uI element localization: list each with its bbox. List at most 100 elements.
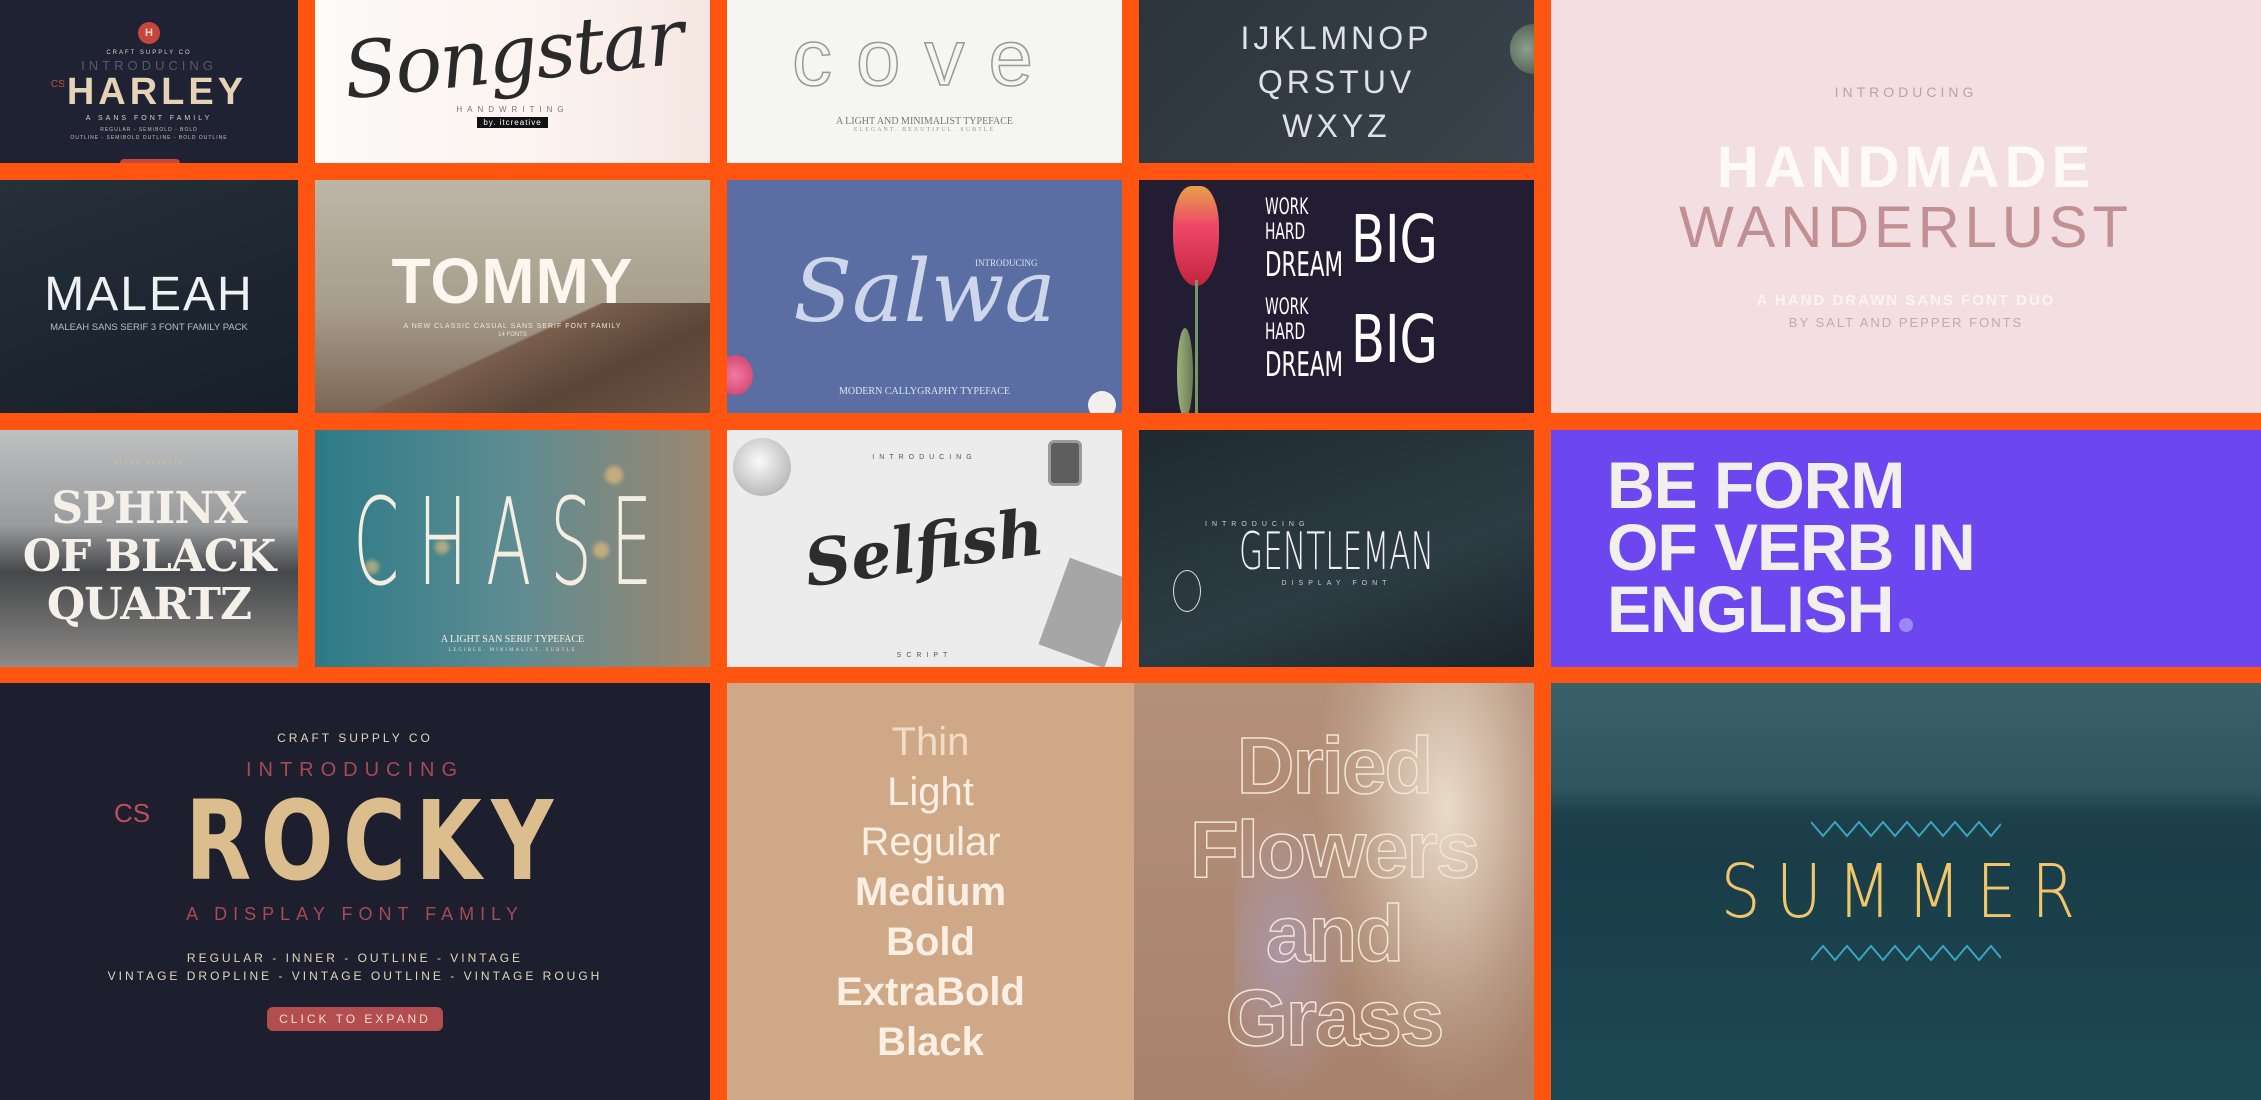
chase-subtitle: A LIGHT SAN SERIF TYPEFACE — [440, 634, 585, 645]
zigzag-ornament-bottom — [1811, 942, 2001, 964]
rocky-styles-1: REGULAR - INNER - OUTLINE - VINTAGE — [186, 950, 524, 965]
font-tile-sphinx[interactable]: GIVEN STENCIL SPHINX OF BLACK QUARTZ — [0, 430, 298, 667]
tulip-image — [1173, 186, 1219, 286]
bowl-decoration — [733, 438, 791, 496]
font-tile-songstar[interactable]: Songstar HANDWRITING by. itcreative — [315, 0, 710, 163]
dot-ornament — [1899, 618, 1914, 632]
songstar-title: Songstar — [338, 0, 687, 118]
box-decoration — [1048, 440, 1082, 486]
dream-big-row: WORK HARD DREAM BIG — [1265, 290, 1467, 390]
weight-regular: Regular — [860, 819, 1001, 864]
font-tile-cove[interactable]: cove A LIGHT AND MINIMALIST TYPEFACE ELE… — [727, 0, 1122, 163]
weight-black: Black — [877, 1019, 984, 1064]
be-form-line: ENGLISH — [1607, 572, 1894, 646]
zigzag-icon — [1811, 943, 2001, 962]
maleah-title: MALEAH — [44, 268, 254, 321]
harley-craft-label: CRAFT SUPPLY CO — [106, 49, 192, 56]
sphinx-title-line: QUARTZ — [46, 578, 252, 630]
harley-logo-badge: H — [138, 21, 160, 44]
tommy-font-count: 14 FONTS — [498, 332, 527, 338]
harley-title: HARLEY — [66, 70, 248, 113]
big-text: BIG — [1351, 201, 1438, 278]
dream-text: DREAM — [1265, 245, 1344, 285]
sphinx-title-line: OF BLACK — [22, 530, 276, 582]
harley-expand-button[interactable] — [120, 159, 180, 163]
be-form-line: BE FORM — [1607, 448, 1905, 522]
chase-title: CHASE — [353, 473, 672, 613]
chase-tagline: LEGIBLE. MINIMALIST. SUBTLE — [448, 648, 577, 653]
wanderlust-intro: INTRODUCING — [1834, 83, 1978, 100]
dream-big-row: WORK HARD DREAM BIG — [1265, 190, 1467, 290]
salwa-subtitle: MODERN CALLYGRAPHY TYPEFACE — [838, 386, 1011, 397]
be-form-line-last: ENGLISH — [1607, 576, 1975, 642]
cove-tagline: ELEGANT. BEAUTIFUL. SUBTLE — [853, 127, 996, 133]
songstar-subtitle: HANDWRITING — [456, 105, 569, 114]
font-tile-selfish[interactable]: INTRODUCING Selfish SCRIPT — [727, 430, 1122, 667]
font-tile-be-form[interactable]: BE FORM OF VERB IN ENGLISH — [1551, 430, 2261, 667]
wanderlust-title-line1: HANDMADE — [1716, 134, 2096, 200]
font-tile-tommy[interactable]: TOMMY A NEW CLASSIC CASUAL SANS SERIF FO… — [315, 180, 710, 413]
mountain-image — [315, 303, 710, 413]
rocky-prefix: CS — [114, 797, 151, 828]
rocky-craft-label: CRAFT SUPPLY CO — [277, 730, 433, 745]
zigzag-ornament-top — [1811, 819, 2001, 842]
font-tile-salwa[interactable]: INTRODUCING Salwa MODERN CALLYGRAPHY TYP… — [727, 180, 1122, 413]
harley-subtitle: A SANS FONT FAMILY — [85, 114, 213, 122]
dream-text: DREAM — [1265, 345, 1344, 385]
harley-styles-1: REGULAR - SEMIBOLD - BOLD — [100, 126, 198, 133]
weight-thin: Thin — [891, 719, 970, 764]
dried-title-line: Grass — [1225, 972, 1445, 1062]
cove-subtitle: A LIGHT AND MINIMALIST TYPEFACE — [835, 116, 1014, 127]
font-tile-dried-flowers[interactable]: Dried Flowers and Grass — [1134, 683, 1534, 1100]
harley-prefix: CS — [50, 78, 65, 90]
font-tile-alphabet[interactable]: IJKLMNOP QRSTUV WXYZ — [1139, 0, 1534, 163]
cup-decoration — [1088, 391, 1116, 413]
weight-medium: Medium — [854, 869, 1007, 914]
font-tile-maleah[interactable]: MALEAH MALEAH SANS SERIF 3 FONT FAMILY P… — [0, 180, 298, 413]
rocky-styles-2: VINTAGE DROPLINE - VINTAGE OUTLINE - VIN… — [107, 968, 603, 983]
tulip-leaf — [1177, 328, 1193, 413]
weight-bold: Bold — [886, 919, 975, 964]
weight-light: Light — [887, 769, 974, 814]
swirl-ornament — [1173, 570, 1201, 612]
font-tile-summer[interactable]: SUMMER — [1551, 683, 2261, 1100]
rocky-subtitle: A DISPLAY FONT FAMILY — [186, 903, 524, 924]
font-tile-handmade-wanderlust[interactable]: INTRODUCING HANDMADE WANDERLUST A HAND D… — [1551, 0, 2261, 413]
font-tile-dream-big[interactable]: WORK HARD DREAM BIG WORK HARD DREAM BIG — [1139, 180, 1534, 413]
dried-title-line: and — [1265, 888, 1405, 978]
dried-title-line: Dried — [1236, 720, 1434, 810]
rocky-title: ROCKY — [185, 776, 563, 905]
font-tile-chase[interactable]: CHASE A LIGHT SAN SERIF TYPEFACE LEGIBLE… — [315, 430, 710, 667]
gift-decoration — [1038, 557, 1122, 667]
font-tile-weights[interactable]: Thin Light Regular Medium Bold ExtraBold… — [727, 683, 1134, 1100]
alphabet-line: IJKLMNOP — [1240, 19, 1433, 56]
font-tile-harley[interactable]: H CRAFT SUPPLY CO INTRODUCING CS HARLEY … — [0, 0, 298, 163]
salwa-intro: INTRODUCING — [975, 258, 1038, 268]
sphinx-top-label: GIVEN STENCIL — [113, 460, 185, 466]
gentleman-title: GENTLEMAN — [1238, 521, 1434, 582]
summer-title: SUMMER — [1721, 848, 2091, 935]
selfish-intro: INTRODUCING — [872, 454, 977, 461]
songstar-author-badge: by. itcreative — [477, 117, 548, 128]
work-hard-text: WORK HARD — [1265, 295, 1309, 345]
dream-big-text: WORK HARD DREAM BIG WORK HARD DREAM BIG — [1265, 190, 1467, 390]
alphabet-line: QRSTUV — [1257, 63, 1416, 100]
harley-title-group: CS HARLEY — [51, 73, 247, 111]
wanderlust-subtitle: A HAND DRAWN SANS FONT DUO — [1756, 291, 2056, 309]
maleah-subtitle: MALEAH SANS SERIF 3 FONT FAMILY PACK — [50, 322, 248, 333]
font-tile-rocky[interactable]: CRAFT SUPPLY CO INTRODUCING CS ROCKY A D… — [0, 683, 710, 1100]
selfish-subtitle: SCRIPT — [896, 652, 953, 659]
harley-styles-2: OUTLINE - SEMIBOLD OUTLINE - BOLD OUTLIN… — [70, 134, 228, 141]
font-tile-gentleman[interactable]: INTRODUCING GENTLEMAN DISPLAY FONT — [1139, 430, 1534, 667]
tulip-stem — [1195, 280, 1198, 413]
wanderlust-author: BY SALT AND PEPPER FONTS — [1788, 314, 2024, 330]
alphabet-line: WXYZ — [1282, 107, 1391, 144]
sphinx-title-line: SPHINX — [51, 482, 247, 534]
dried-title-line: Flowers — [1189, 804, 1481, 894]
rocky-title-group: CS ROCKY — [114, 786, 596, 896]
work-hard-text: WORK HARD — [1265, 195, 1309, 245]
big-text: BIG — [1351, 301, 1438, 378]
wave-texture — [1551, 683, 2261, 813]
click-to-expand-button[interactable]: CLICK TO EXPAND — [267, 1006, 443, 1031]
weight-extrabold: ExtraBold — [836, 969, 1025, 1014]
